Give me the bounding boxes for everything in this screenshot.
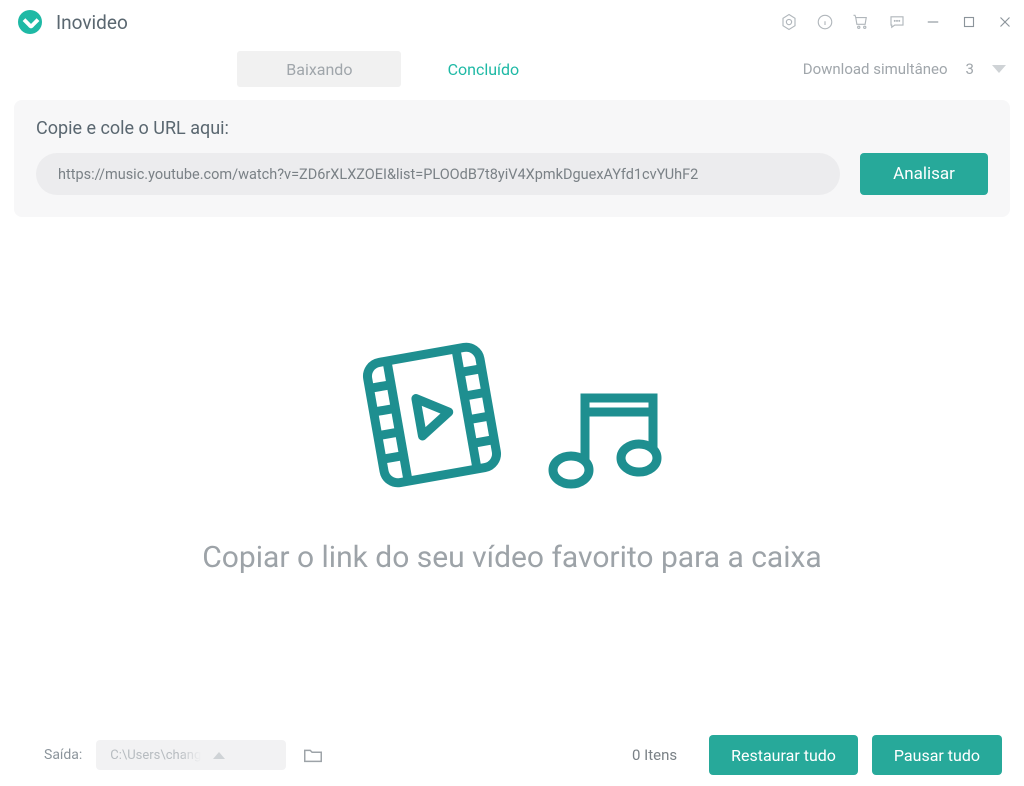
output-path-select[interactable]: C:\Users\chang [96,740,286,770]
maximize-icon[interactable] [960,13,978,31]
settings-icon[interactable] [780,13,798,31]
close-icon[interactable] [996,13,1014,31]
output-label: Saída: [44,747,82,763]
feedback-icon[interactable] [888,13,906,31]
minimize-icon[interactable] [924,13,942,31]
items-count: 0 Itens [632,746,677,764]
window-controls [780,13,1014,31]
tab-downloading[interactable]: Baixando [237,51,401,87]
footer: Saída: C:\Users\chang 0 Itens Restaurar … [0,724,1024,786]
music-icon [541,380,671,494]
restore-all-button[interactable]: Restaurar tudo [709,735,858,775]
pause-all-button[interactable]: Pausar tudo [872,735,1002,775]
empty-illustration [353,336,671,494]
app-title: Inovideo [56,11,128,34]
tabs: Baixando Concluído [237,51,565,87]
url-input[interactable] [36,153,840,195]
simultaneous-download-value: 3 [962,60,978,78]
film-icon [353,336,511,494]
empty-hint: Copiar o link do seu vídeo favorito para… [202,540,822,575]
titlebar: Inovideo [0,0,1024,44]
folder-icon[interactable] [302,744,324,766]
url-row: Analisar [36,153,988,195]
chevron-up-icon [213,752,225,759]
simultaneous-download-select[interactable]: Download simultâneo 3 [803,60,1006,78]
simultaneous-download-label: Download simultâneo [803,60,948,78]
info-icon[interactable] [816,13,834,31]
chevron-down-icon [992,65,1006,73]
analyze-button[interactable]: Analisar [860,153,988,195]
url-label: Copie e cole o URL aqui: [36,118,988,139]
app-logo-icon [18,10,42,34]
tab-done[interactable]: Concluído [401,51,565,87]
url-panel: Copie e cole o URL aqui: Analisar [14,100,1010,217]
tab-row: Baixando Concluído Download simultâneo 3 [0,44,1024,94]
empty-state: Copiar o link do seu vídeo favorito para… [0,217,1024,724]
cart-icon[interactable] [852,13,870,31]
